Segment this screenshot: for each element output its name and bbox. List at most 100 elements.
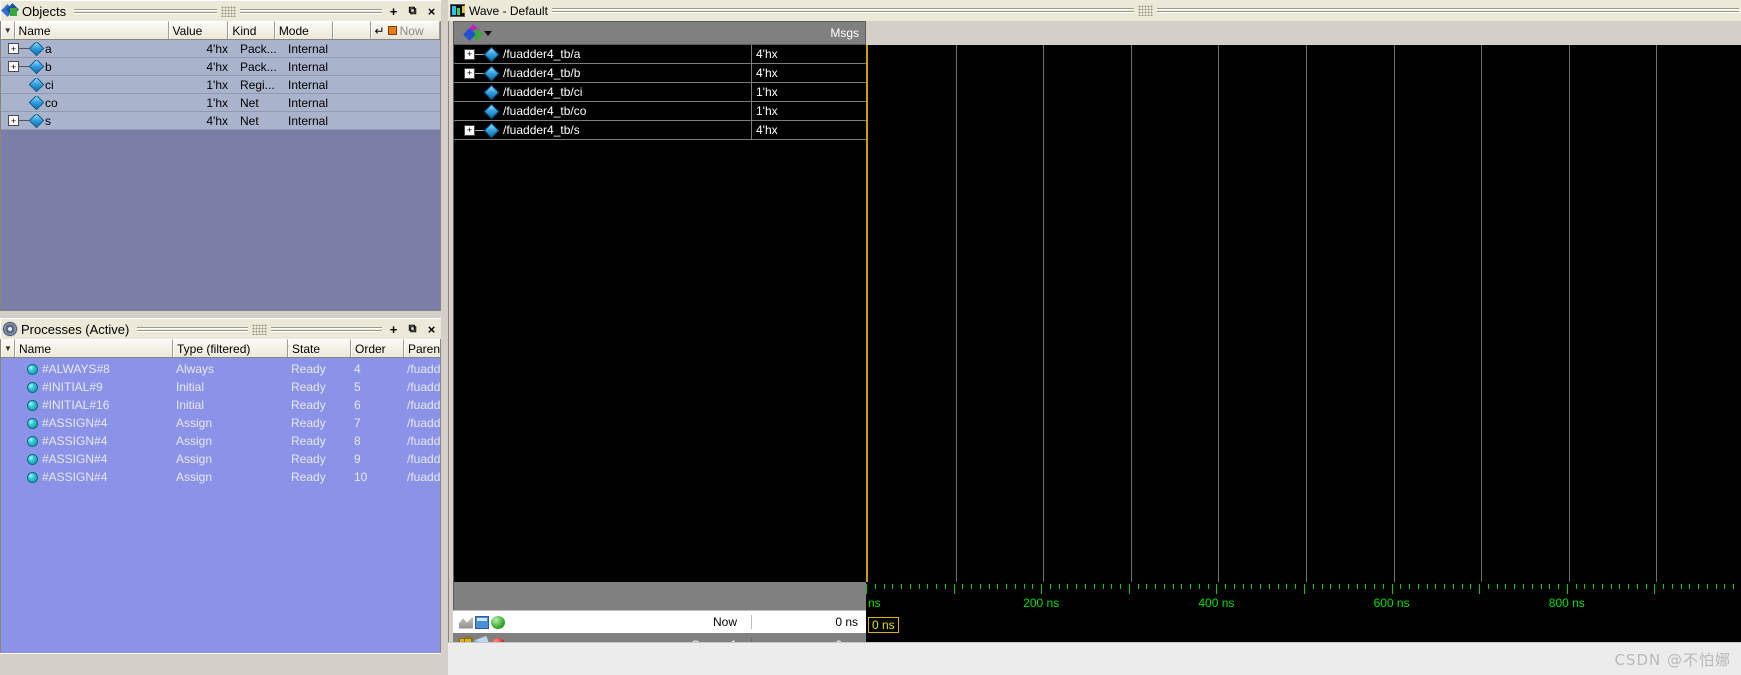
expand-icon[interactable]: +	[8, 43, 19, 54]
wave-signal-row[interactable]: + /fuadder4_tb/b	[454, 64, 751, 83]
run-icon[interactable]	[459, 616, 473, 629]
table-row[interactable]: #INITIAL#9 Initial Ready 5 /fuadd	[1, 378, 440, 396]
panel-grip[interactable]	[220, 5, 236, 17]
expand-icon[interactable]: +	[464, 124, 475, 136]
title-rule-right	[239, 8, 383, 15]
table-row[interactable]: + b 4'hx Pack... Internal	[1, 58, 440, 76]
processes-panel-title: Processes (Active)	[21, 321, 130, 337]
time-tick	[1198, 584, 1200, 589]
expand-icon[interactable]: +	[8, 115, 19, 126]
expand-icon[interactable]: +	[464, 67, 475, 79]
table-row[interactable]: #ASSIGN#4 Assign Ready 8 /fuadd	[1, 432, 440, 450]
signal-icon	[28, 95, 44, 110]
goto-icon[interactable]: ↵	[375, 24, 385, 38]
title-rule-right	[271, 326, 382, 333]
processes-column-type[interactable]: Type (filtered)	[173, 339, 288, 357]
chevron-down-icon[interactable]	[484, 30, 492, 36]
table-row[interactable]: #ALWAYS#8 Always Ready 4 /fuadd	[1, 360, 440, 378]
cursor-time-tag: 0 ns	[868, 617, 899, 633]
panel-grip[interactable]	[1137, 5, 1153, 16]
table-row[interactable]: #INITIAL#16 Initial Ready 6 /fuadd	[1, 396, 440, 414]
table-row[interactable]: + ci 1'hx Regi... Internal	[1, 76, 440, 94]
time-tick	[1330, 584, 1332, 589]
wave-signal-value: 4'hx	[751, 121, 866, 140]
processes-add-button[interactable]: +	[386, 322, 401, 337]
time-tick	[1409, 584, 1411, 589]
time-tick	[1242, 584, 1244, 589]
now-row[interactable]: Now	[453, 610, 751, 633]
cursor-band[interactable]: 0 ns	[866, 614, 1741, 640]
wave-signal-row[interactable]: + /fuadder4_tb/co	[454, 102, 751, 121]
time-tick	[1479, 584, 1481, 594]
time-tick	[1374, 584, 1376, 589]
processes-column-state[interactable]: State	[288, 339, 351, 357]
objects-add-button[interactable]: +	[386, 4, 401, 19]
processes-column-name[interactable]: Name	[15, 339, 173, 357]
time-tick	[909, 584, 911, 589]
objects-column-value[interactable]: Value	[168, 21, 229, 39]
table-row[interactable]: #ASSIGN#4 Assign Ready 9 /fuadd	[1, 450, 440, 468]
wave-panel: Wave - Default Msgs + /fuadder4_tb/a + /…	[448, 0, 1741, 675]
waveform-canvas[interactable]	[866, 45, 1741, 582]
objects-icon	[1, 2, 19, 18]
process-icon	[27, 435, 38, 447]
expand-icon[interactable]: +	[8, 61, 19, 72]
processes-undock-button[interactable]: ⧉	[405, 322, 420, 337]
processes-close-button[interactable]: ×	[424, 322, 439, 337]
window-icon[interactable]	[475, 615, 489, 629]
objects-row-list: + a 4'hx Pack... Internal + b 4'hx Pack.…	[1, 40, 440, 130]
signal-group-icon[interactable]	[463, 24, 483, 41]
table-row[interactable]: + s 4'hx Net Internal	[1, 112, 440, 130]
processes-filter-button[interactable]: ▼	[1, 339, 15, 357]
time-tick-label: 600 ns	[1373, 596, 1410, 610]
time-tick	[1391, 584, 1393, 594]
panel-grip[interactable]	[252, 323, 268, 335]
time-tick	[1706, 584, 1708, 589]
gridline	[1043, 45, 1045, 582]
objects-inline-toolbar: ↵ Now	[370, 21, 440, 39]
wave-signal-row[interactable]: + /fuadder4_tb/a	[454, 45, 751, 64]
wave-signal-row[interactable]: + /fuadder4_tb/s	[454, 121, 751, 140]
add-cursor-icon[interactable]	[491, 615, 505, 629]
time-tick	[1575, 584, 1577, 589]
objects-close-button[interactable]: ×	[424, 4, 439, 19]
objects-column-kind[interactable]: Kind	[228, 21, 275, 39]
time-tick	[1452, 584, 1454, 589]
processes-column-order[interactable]: Order	[351, 339, 404, 357]
time-tick	[1365, 584, 1367, 589]
time-tick	[1347, 584, 1349, 589]
process-icon	[27, 381, 38, 393]
time-ruler[interactable]: ns 200 ns 400 ns 600 ns 800 ns	[866, 582, 1741, 614]
objects-undock-button[interactable]: ⧉	[405, 4, 420, 19]
signal-icon	[483, 84, 499, 100]
wave-signal-toolbar	[453, 21, 751, 45]
time-tick	[1470, 584, 1472, 589]
expand-icon[interactable]: +	[464, 48, 475, 60]
object-name: s	[45, 113, 51, 128]
object-mode: Internal	[288, 95, 329, 110]
wave-msgs-header: Msgs	[751, 21, 866, 45]
table-row[interactable]: #ASSIGN#4 Assign Ready 7 /fuadd	[1, 414, 440, 432]
objects-column-name[interactable]: Name	[14, 21, 169, 39]
process-type: Assign	[176, 470, 213, 484]
wave-area: Msgs + /fuadder4_tb/a + /fuadder4_tb/b /…	[448, 21, 1741, 675]
object-kind: Pack...	[240, 59, 277, 74]
object-value: 4'hx	[206, 41, 228, 56]
now-marker-icon[interactable]	[387, 26, 397, 35]
process-order: 10	[354, 470, 368, 484]
table-row[interactable]: + co 1'hx Net Internal	[1, 94, 440, 112]
process-type: Always	[176, 362, 215, 376]
objects-filter-button[interactable]: ▼	[1, 21, 15, 39]
table-row[interactable]: #ASSIGN#4 Assign Ready 10 /fuadd	[1, 468, 440, 486]
process-state: Ready	[291, 416, 326, 430]
processes-column-parent[interactable]: Parent	[404, 339, 440, 357]
objects-panel-title: Objects	[22, 3, 67, 19]
signal-icon	[28, 113, 44, 128]
objects-column-mode[interactable]: Mode	[274, 21, 333, 39]
time-tick	[979, 584, 981, 589]
time-tick	[1505, 584, 1507, 589]
gridline	[1306, 45, 1307, 582]
table-row[interactable]: + a 4'hx Pack... Internal	[1, 40, 440, 58]
wave-signal-row[interactable]: + /fuadder4_tb/ci	[454, 83, 751, 102]
time-tick	[971, 584, 973, 589]
